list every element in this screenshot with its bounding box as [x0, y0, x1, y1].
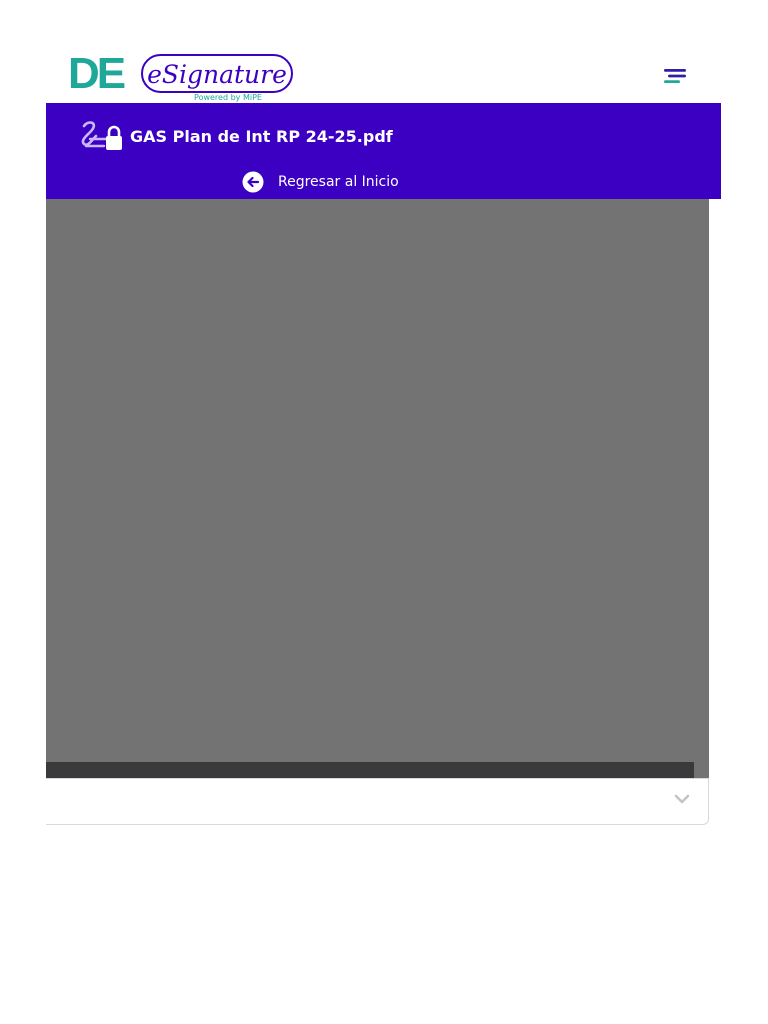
chevron-down-icon[interactable] [674, 793, 690, 805]
de-esignature-logo[interactable]: DE eSignature Powered by MiPE [68, 50, 298, 102]
back-to-home-label: Regresar al Inicio [278, 174, 399, 190]
svg-text:Powered by MiPE: Powered by MiPE [194, 93, 262, 102]
document-banner: GAS Plan de Int RP 24-25.pdf Regresar al… [46, 103, 721, 199]
arrow-left-circle-icon [242, 171, 264, 193]
collapsible-panel[interactable] [46, 778, 709, 825]
top-header: DE eSignature Powered by MiPE [46, 48, 721, 104]
signature-lock-icon [81, 121, 122, 150]
hamburger-menu-icon [664, 69, 686, 83]
viewer-toolbar [46, 762, 694, 779]
svg-text:eSignature: eSignature [147, 60, 287, 89]
back-to-home-link[interactable]: Regresar al Inicio [242, 171, 399, 193]
svg-text:DE: DE [68, 50, 125, 98]
document-title: GAS Plan de Int RP 24-25.pdf [130, 127, 393, 146]
pdf-viewer[interactable] [46, 199, 709, 779]
menu-button[interactable] [662, 66, 688, 86]
